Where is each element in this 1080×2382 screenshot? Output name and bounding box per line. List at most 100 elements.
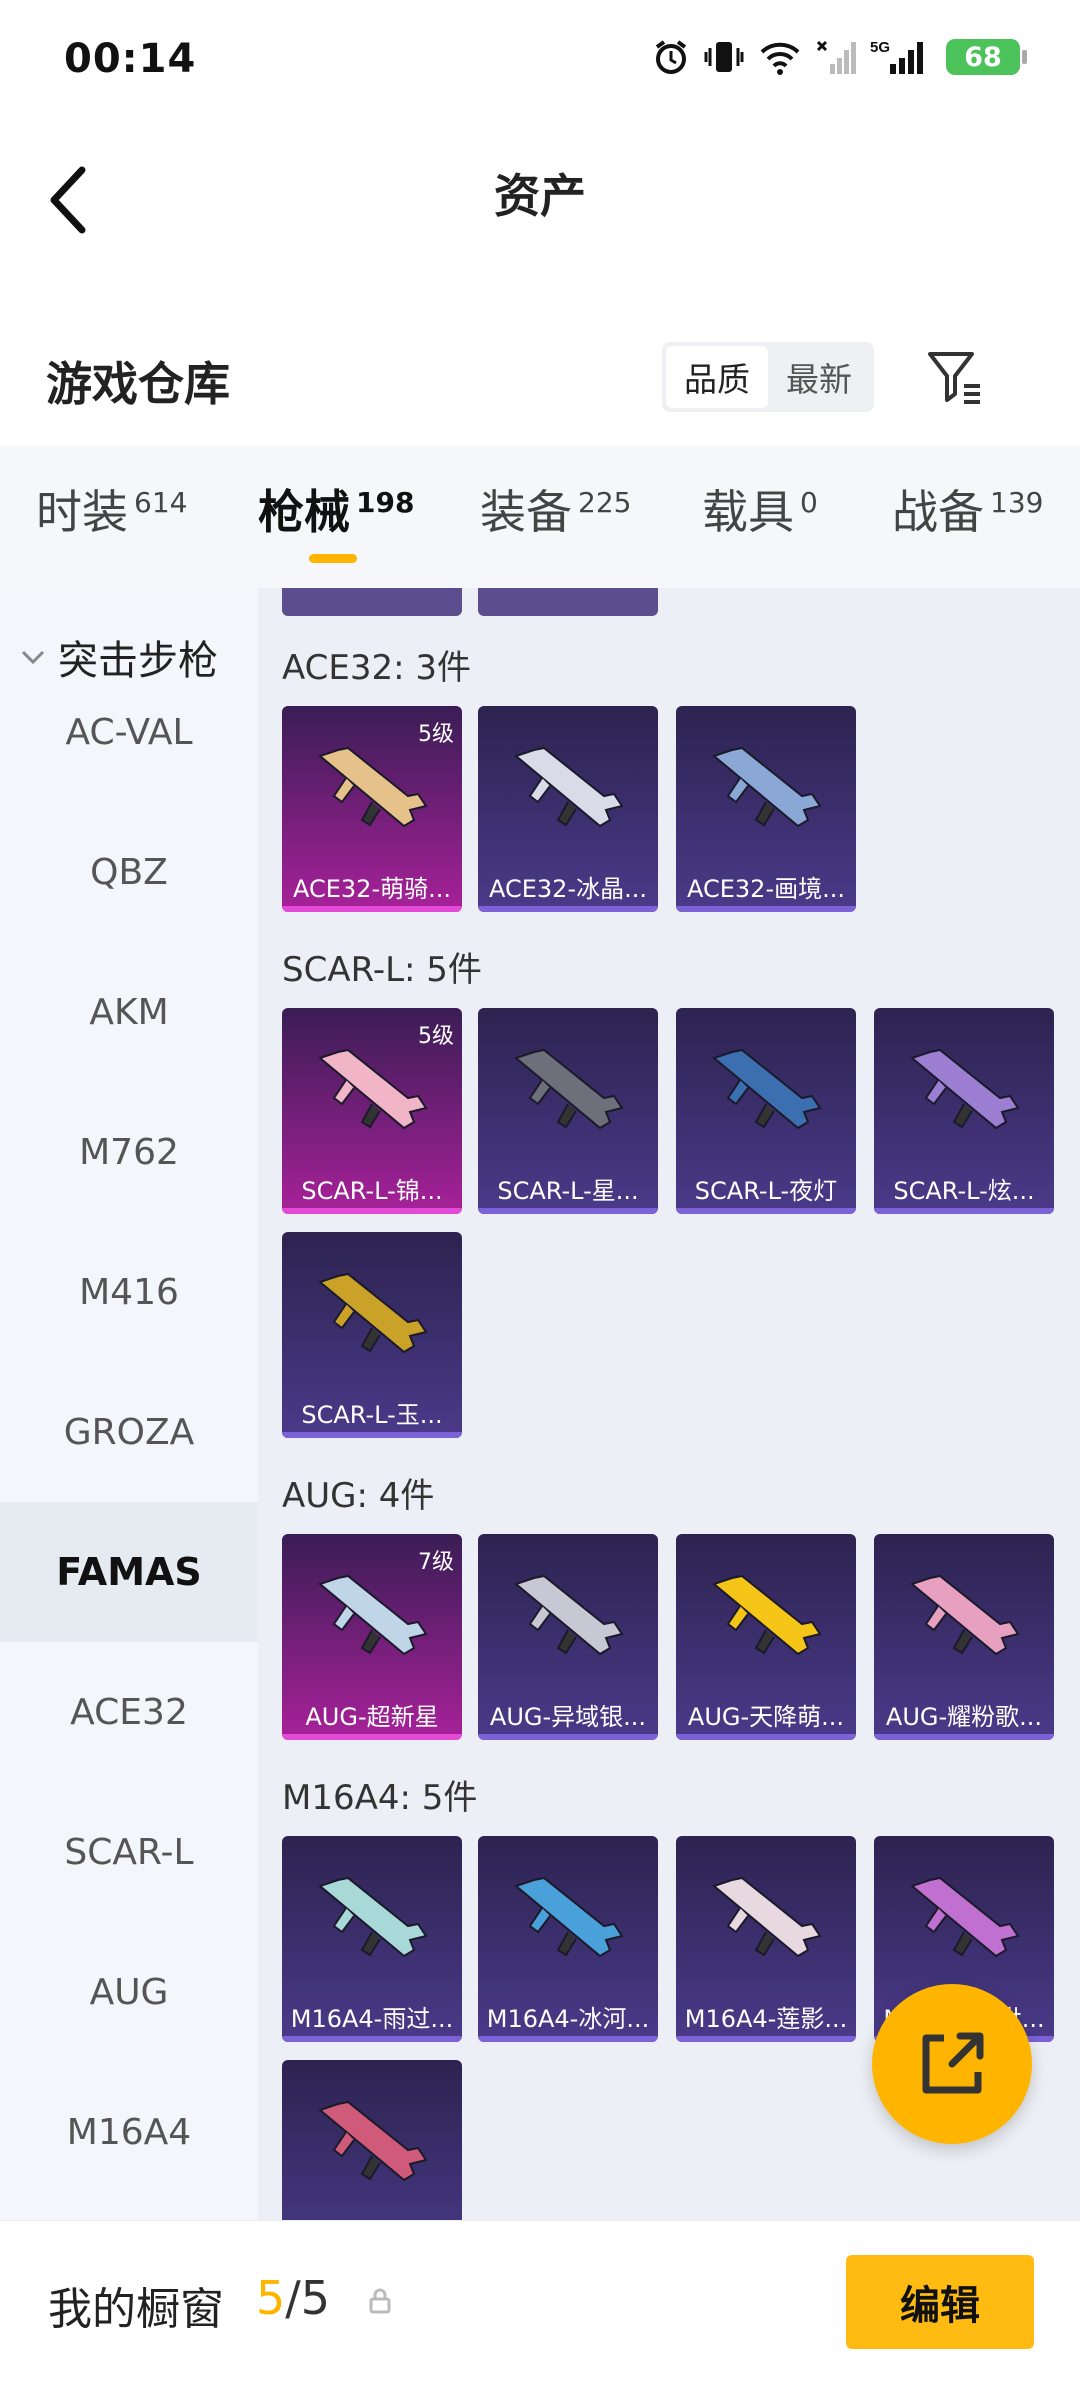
level-badge: 5级	[418, 1024, 454, 1049]
status-time: 00:14	[64, 36, 197, 82]
tab-label: 装备	[480, 485, 572, 539]
share-fab-button[interactable]	[872, 1984, 1032, 2144]
rarity-bar	[874, 1734, 1054, 1740]
rarity-bar	[478, 1734, 658, 1740]
sidebar-item-groza[interactable]: GROZA	[0, 1362, 258, 1502]
sidebar-item-akm[interactable]: AKM	[0, 942, 258, 1082]
rarity-bar	[478, 1208, 658, 1214]
sidebar-item-m416[interactable]: M416	[0, 1222, 258, 1362]
weapon-name: M16A4-冰河...	[486, 2005, 650, 2033]
weapon-name: AUG-超新星	[305, 1703, 439, 1731]
rifle-icon	[513, 1574, 624, 1656]
tab-equipment[interactable]: 装备 225	[480, 476, 631, 542]
rifle-icon	[711, 746, 822, 828]
weapon-name: SCAR-L-夜灯	[694, 1177, 838, 1205]
weapon-card[interactable]: ACE32-冰晶...	[478, 706, 658, 912]
rarity-bar	[676, 906, 856, 912]
sidebar-item-scar-l[interactable]: SCAR-L	[0, 1782, 258, 1922]
showcase-current: 5	[256, 2271, 286, 2325]
alarm-icon	[655, 40, 687, 74]
weapon-card[interactable]: SCAR-L-夜灯	[676, 1008, 856, 1214]
weapon-name: ACE32-冰晶...	[488, 875, 647, 903]
weapon-type-sidebar: 突击步枪 AC-VAL QBZ AKM M762 M416 GROZA FAMA…	[0, 588, 258, 2220]
weapon-card[interactable]	[282, 2060, 462, 2220]
weapon-name: ACE32-画境...	[686, 875, 845, 903]
section-title-m16a4: M16A4: 5件	[282, 1778, 478, 1818]
page-title: 资产	[494, 169, 586, 223]
signal-empty-icon	[816, 40, 856, 74]
sidebar-item-m762[interactable]: M762	[0, 1082, 258, 1222]
weapon-card[interactable]: 5级 SCAR-L-锦...	[282, 1008, 462, 1214]
sidebar-item-ace32[interactable]: ACE32	[0, 1642, 258, 1782]
rarity-bar	[282, 1734, 462, 1740]
weapon-card[interactable]: ACE32-画境...	[676, 706, 856, 912]
tab-supplies[interactable]: 战备 139	[892, 476, 1043, 542]
weapon-name: SCAR-L-锦...	[301, 1177, 443, 1205]
status-icons: 5G 68	[652, 38, 1027, 76]
showcase-count: 5/5	[256, 2271, 330, 2325]
sort-newest-button[interactable]: 最新	[768, 346, 870, 408]
weapon-name: AUG-异域银...	[489, 1703, 647, 1731]
signal-5g-icon: 5G	[870, 39, 923, 74]
rarity-bar	[478, 906, 658, 912]
tab-label: 枪械	[258, 485, 350, 539]
weapon-name: M16A4-雨过...	[290, 2005, 454, 2033]
sidebar-item-aug[interactable]: AUG	[0, 1922, 258, 2062]
weapon-card[interactable]: M16A4-雨过...	[282, 1836, 462, 2042]
tab-vehicles[interactable]: 载具 0	[702, 476, 818, 542]
rifle-icon	[711, 1048, 822, 1130]
weapon-card[interactable]: AUG-异域银...	[478, 1534, 658, 1740]
weapon-card[interactable]: 7级 AUG-超新星	[282, 1534, 462, 1740]
battery-indicator: 68	[946, 39, 1027, 75]
rifle-icon	[711, 1876, 822, 1958]
weapon-card[interactable]: 5级 ACE32-萌骑...	[282, 706, 462, 912]
showcase-label: 我的橱窗	[48, 2284, 224, 2335]
rifle-icon	[909, 1574, 1020, 1656]
weapon-card[interactable]: M16A4-冰河...	[478, 1836, 658, 2042]
weapon-name: M16A4-莲影...	[684, 2005, 848, 2033]
rarity-bar	[478, 2036, 658, 2042]
rifle-icon	[513, 1876, 624, 1958]
partial-card[interactable]	[282, 588, 462, 616]
wifi-icon	[760, 42, 800, 75]
weapon-card[interactable]: AUG-耀粉歌...	[874, 1534, 1054, 1740]
tab-label: 时装	[36, 485, 128, 539]
filter-icon[interactable]	[924, 346, 986, 408]
sidebar-item-qbz[interactable]: QBZ	[0, 802, 258, 942]
edit-button[interactable]: 编辑	[846, 2255, 1034, 2349]
status-bar: 00:14 5G 68	[0, 0, 1080, 120]
sidebar-item-m16a4[interactable]: M16A4	[0, 2062, 258, 2202]
tab-fashion[interactable]: 时装 614	[36, 476, 187, 542]
tab-count: 139	[990, 485, 1044, 519]
tab-weapons[interactable]: 枪械 198	[258, 476, 414, 542]
rarity-bar	[676, 2036, 856, 2042]
weapon-card[interactable]: SCAR-L-星...	[478, 1008, 658, 1214]
level-badge: 7级	[418, 1550, 454, 1575]
showcase-total: /5	[285, 2271, 331, 2325]
weapon-card[interactable]: AUG-天降萌...	[676, 1534, 856, 1740]
rifle-icon	[909, 1876, 1020, 1958]
rifle-icon	[317, 1272, 428, 1354]
weapon-name: SCAR-L-星...	[497, 1177, 639, 1205]
external-link-icon	[922, 2032, 984, 2094]
sort-quality-button[interactable]: 品质	[666, 346, 768, 408]
warehouse-title: 游戏仓库	[46, 357, 230, 411]
weapon-card[interactable]: M16A4-莲影...	[676, 1836, 856, 2042]
rifle-icon	[513, 746, 624, 828]
sidebar-item-ac-val[interactable]: AC-VAL	[0, 662, 258, 802]
section-title-scar-l: SCAR-L: 5件	[282, 950, 482, 990]
rarity-bar	[676, 1734, 856, 1740]
weapon-name: AUG-天降萌...	[687, 1703, 845, 1731]
weapon-card[interactable]: SCAR-L-炫...	[874, 1008, 1054, 1214]
partial-card[interactable]	[478, 588, 658, 616]
tab-label: 载具	[702, 485, 794, 539]
weapon-grid: ACE32: 3件 5级 ACE32-萌骑... ACE32-冰晶... ACE32-…	[258, 588, 1080, 2220]
lock-icon	[369, 2288, 391, 2314]
rarity-bar	[874, 1208, 1054, 1214]
sidebar-item-famas[interactable]: FAMAS	[0, 1502, 258, 1642]
category-tabs: 时装 614 枪械 198 装备 225 载具 0 战备 139	[0, 446, 1080, 588]
weapon-card[interactable]: SCAR-L-玉...	[282, 1232, 462, 1438]
rarity-bar	[282, 2036, 462, 2042]
weapon-name: SCAR-L-玉...	[301, 1401, 443, 1429]
rarity-bar	[282, 1208, 462, 1214]
